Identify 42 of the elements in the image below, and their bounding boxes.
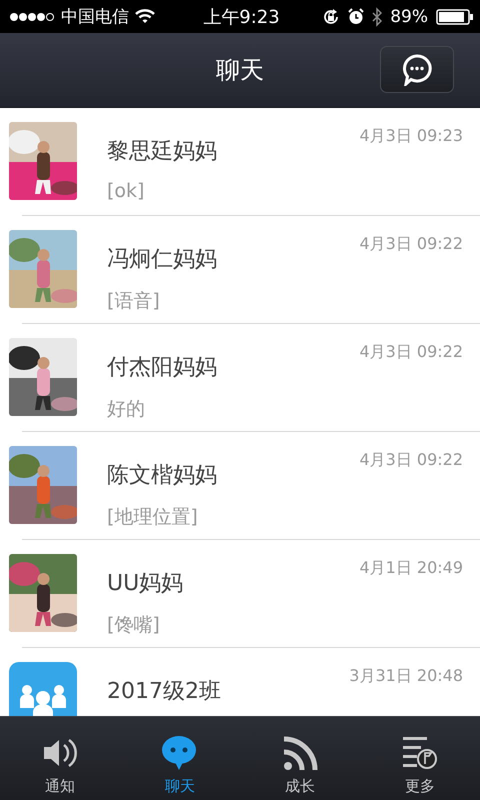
contact-name: 2017级2班 — [107, 678, 221, 706]
chat-list-item[interactable]: UU妈妈 4月1日 20:49 [馋嘴] — [0, 540, 480, 648]
message-time: 4月3日 09:22 — [359, 342, 463, 363]
rotation-lock-icon — [322, 8, 340, 26]
message-time: 4月3日 09:22 — [359, 450, 463, 471]
tab-item[interactable]: 更多 — [360, 717, 480, 800]
chat-bubble-icon — [402, 54, 432, 86]
message-time: 3月31日 20:48 — [349, 666, 463, 687]
message-preview: [语音] — [107, 289, 161, 314]
alarm-clock-icon — [348, 8, 364, 25]
message-preview: [地理位置] — [107, 505, 199, 530]
page-title: 聊天 — [216, 55, 264, 86]
contact-name: 陈文楷妈妈 — [107, 462, 217, 490]
contact-name: UU妈妈 — [107, 570, 184, 598]
bluetooth-icon — [372, 6, 382, 26]
contact-name: 付杰阳妈妈 — [107, 354, 217, 382]
battery-icon — [436, 8, 474, 24]
tab-label: 成长 — [285, 777, 315, 796]
message-time: 4月3日 09:23 — [359, 126, 463, 147]
battery-percent: 89% — [390, 6, 428, 26]
chat-list-item[interactable]: 付杰阳妈妈 4月3日 09:22 好的 — [0, 324, 480, 432]
status-time: 上午9:23 — [203, 6, 280, 28]
new-chat-button[interactable] — [380, 46, 454, 93]
tab-item[interactable]: 成长 — [240, 717, 360, 800]
contact-name: 冯炯仁妈妈 — [107, 246, 217, 274]
message-preview: 好的 — [107, 397, 146, 422]
message-time: 4月3日 09:22 — [359, 234, 463, 255]
message-preview: [ok] — [107, 180, 146, 202]
signal-icon — [9, 12, 55, 22]
chat-list-item[interactable]: 陈文楷妈妈 4月3日 09:22 [地理位置] — [0, 432, 480, 540]
tab-item[interactable]: 聊天 — [120, 717, 240, 800]
chat-list-item[interactable]: 黎思廷妈妈 4月3日 09:23 [ok] — [0, 108, 480, 216]
chat-list-item[interactable]: 冯炯仁妈妈 4月3日 09:22 [语音] — [0, 216, 480, 324]
tab-label: 聊天 — [165, 777, 195, 796]
wifi-icon — [135, 9, 155, 24]
message-preview: [馋嘴] — [107, 613, 161, 638]
message-time: 4月1日 20:49 — [359, 558, 463, 579]
tab-label: 通知 — [45, 777, 75, 796]
tab-label: 更多 — [405, 777, 435, 796]
contact-name: 黎思廷妈妈 — [107, 138, 217, 166]
carrier-name: 中国电信 — [61, 6, 129, 28]
tab-item[interactable]: 通知 — [0, 717, 120, 800]
